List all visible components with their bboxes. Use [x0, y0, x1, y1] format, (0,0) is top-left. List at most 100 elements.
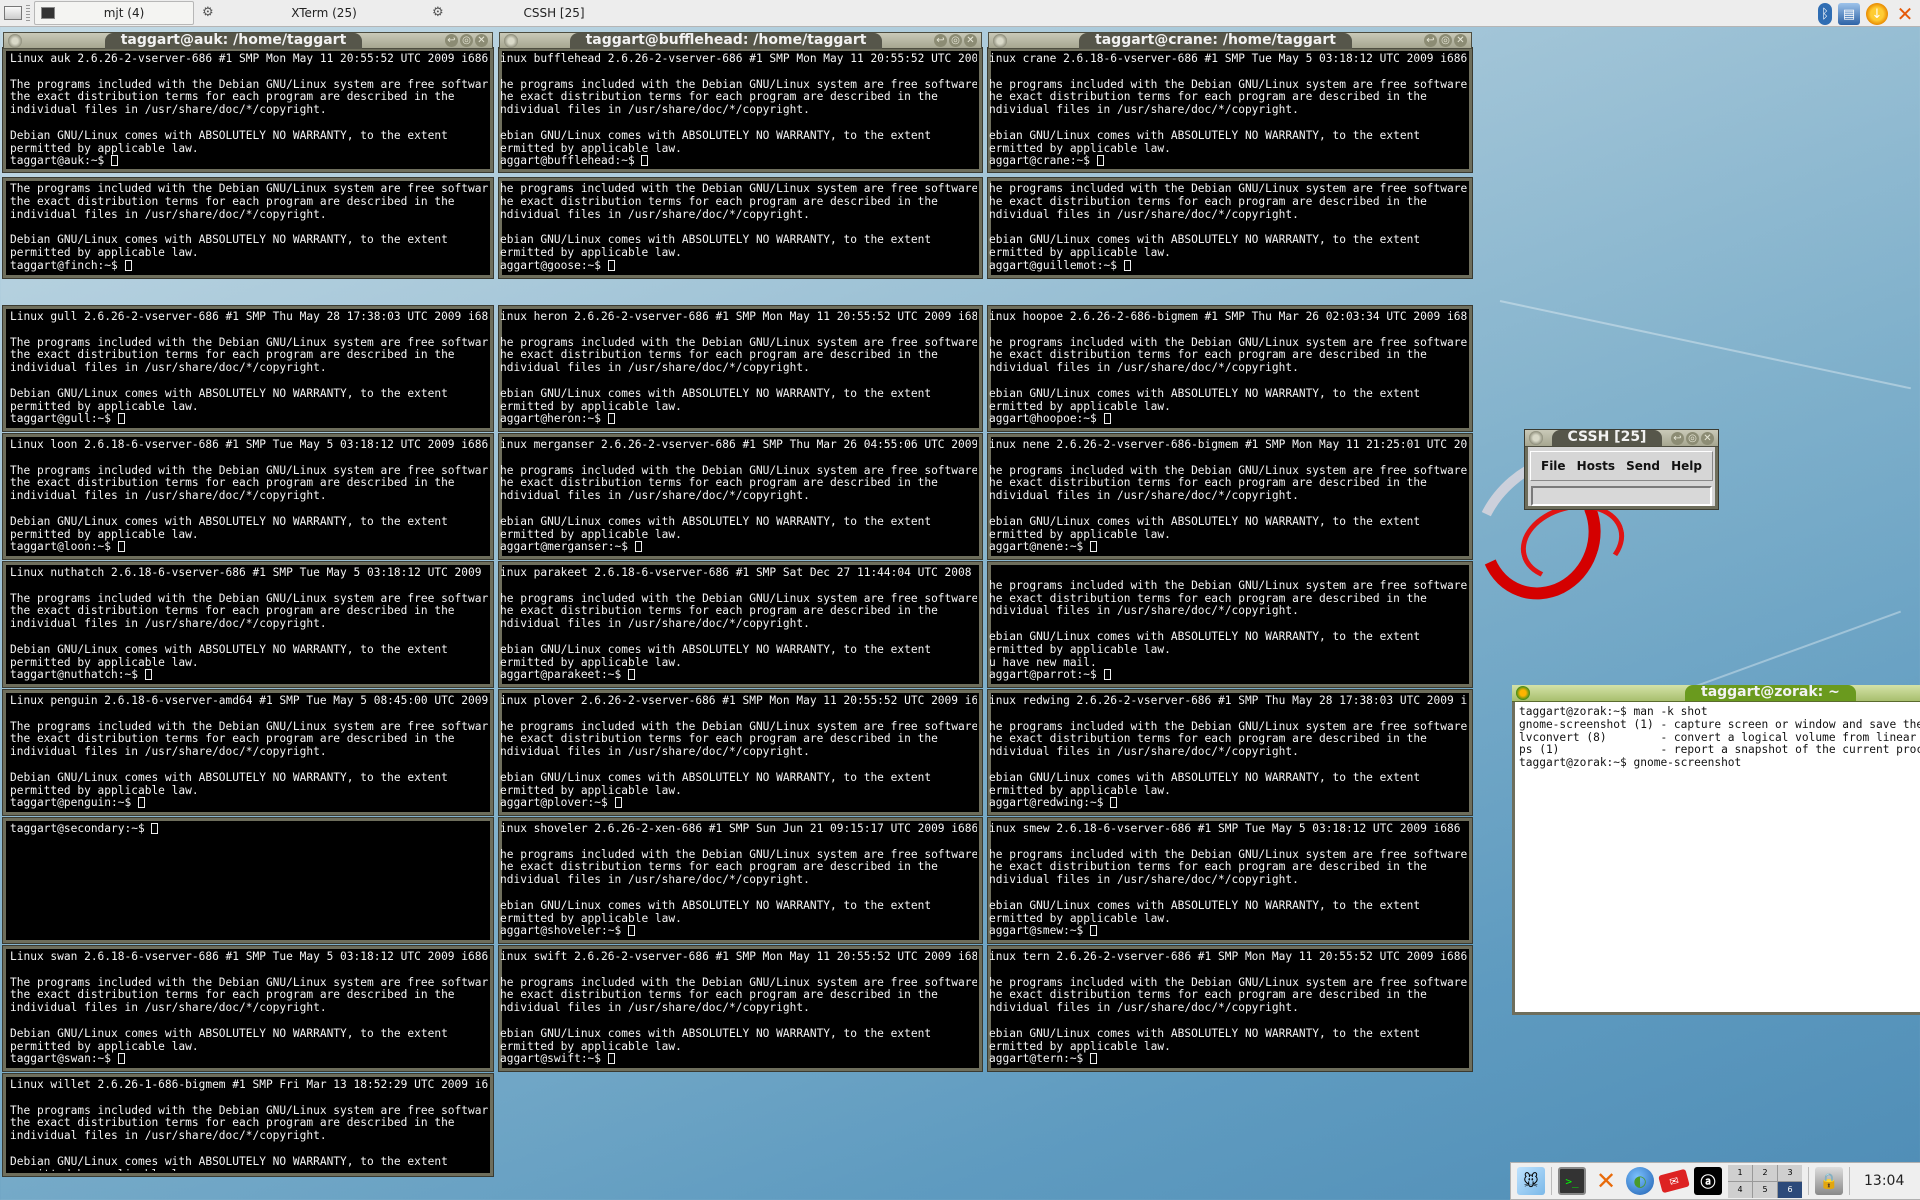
xterm-window-shoveler[interactable]: inux shoveler 2.6.26-2-xen-686 #1 SMP Su…	[498, 817, 983, 944]
close-icon[interactable]: ✕	[1700, 431, 1714, 445]
zorak-terminal-window[interactable]: taggart@zorak: ~ taggart@zorak:~$ man -k…	[1512, 685, 1920, 1015]
xterm-window-plover[interactable]: inux plover 2.6.26-2-vserver-686 #1 SMP …	[498, 689, 983, 816]
xterm-window-penguin[interactable]: Linux penguin 2.6.18-6-vserver-amd64 #1 …	[2, 689, 494, 816]
xterm-window-guillemot[interactable]: he programs included with the Debian GNU…	[987, 177, 1473, 279]
terminal-output[interactable]: Linux loon 2.6.18-6-vserver-686 #1 SMP T…	[10, 439, 488, 554]
minimize-icon[interactable]: ↩	[1670, 431, 1684, 445]
xterm-window-tern[interactable]: inux tern 2.6.26-2-vserver-686 #1 SMP Mo…	[987, 945, 1473, 1072]
maximize-icon[interactable]: ◎	[949, 34, 962, 47]
workspace-4[interactable]: 4	[1728, 1181, 1752, 1198]
terminal-output[interactable]: Linux gull 2.6.26-2-vserver-686 #1 SMP T…	[10, 311, 488, 426]
xterm-window-heron[interactable]: inux heron 2.6.26-2-vserver-686 #1 SMP M…	[498, 305, 983, 432]
title-bar[interactable]: taggart@crane: /home/taggart ↩ ◎ ✕	[988, 32, 1472, 49]
close-icon[interactable]: ✕	[474, 34, 488, 47]
terminal-output[interactable]: Linux willet 2.6.26-1-686-bigmem #1 SMP …	[10, 1079, 488, 1171]
show-desktop-button[interactable]	[4, 6, 22, 20]
xfce-menu-icon[interactable]: 🐭	[1517, 1167, 1545, 1195]
terminal-output[interactable]: inux bufflehead 2.6.26-2-vserver-686 #1 …	[500, 53, 977, 167]
workspace-1[interactable]: 1	[1728, 1164, 1752, 1181]
xterm-window-swift[interactable]: inux swift 2.6.26-2-vserver-686 #1 SMP M…	[498, 945, 983, 1072]
xterm-window-bufflehead[interactable]: taggart@bufflehead: /home/taggart ↩ ◎ ✕ inux…	[498, 32, 983, 173]
terminal-output[interactable]: he programs included with the Debian GNU…	[989, 183, 1467, 273]
terminal-output[interactable]: Linux penguin 2.6.18-6-vserver-amd64 #1 …	[10, 695, 488, 810]
title-bar[interactable]: taggart@auk: /home/taggart ↩ ◎ ✕	[3, 32, 493, 49]
window-menu-icon[interactable]	[8, 33, 22, 48]
mail-icon[interactable]: ✉	[1658, 1168, 1690, 1194]
minimize-icon[interactable]: ↩	[444, 34, 458, 47]
maximize-icon[interactable]: ◎	[459, 34, 473, 47]
terminal-output[interactable]: inux merganser 2.6.26-2-vserver-686 #1 S…	[500, 439, 977, 554]
terminal-output[interactable]: inux tern 2.6.26-2-vserver-686 #1 SMP Mo…	[989, 951, 1467, 1066]
xterm-window-goose[interactable]: he programs included with the Debian GNU…	[498, 177, 983, 279]
maximize-icon[interactable]: ◎	[1685, 431, 1699, 445]
terminal-output[interactable]: inux swift 2.6.26-2-vserver-686 #1 SMP M…	[500, 951, 977, 1066]
menu-send[interactable]: Send	[1626, 459, 1660, 473]
xterm-window-auk[interactable]: taggart@auk: /home/taggart ↩ ◎ ✕ Linux auk 2…	[2, 32, 494, 173]
terminal-output[interactable]: he programs included with the Debian GNU…	[989, 567, 1467, 682]
cssh-window[interactable]: CSSH [25] ↩ ◎ ✕ File Hosts Send Help	[1524, 429, 1719, 510]
window-menu-icon[interactable]	[993, 33, 1007, 48]
minimize-icon[interactable]: ↩	[1424, 34, 1437, 47]
anki-icon[interactable]: ⓐ	[1694, 1167, 1722, 1195]
cssh-command-input[interactable]	[1531, 486, 1712, 506]
close-icon[interactable]: ✕	[1454, 34, 1467, 47]
window-menu-icon[interactable]	[1516, 686, 1530, 700]
xterm-window-nuthatch[interactable]: Linux nuthatch 2.6.18-6-vserver-686 #1 S…	[2, 561, 494, 688]
workspace-6[interactable]: 6	[1778, 1181, 1802, 1198]
terminal-launcher-icon[interactable]: >_	[1558, 1167, 1586, 1195]
terminal-output[interactable]: inux parakeet 2.6.18-6-vserver-686 #1 SM…	[500, 567, 977, 682]
terminal-output[interactable]: inux nene 2.6.26-2-vserver-686-bigmem #1…	[989, 439, 1467, 554]
terminal-output[interactable]: he programs included with the Debian GNU…	[500, 183, 977, 273]
web-browser-icon[interactable]: ◐	[1626, 1167, 1654, 1195]
window-menu-icon[interactable]	[504, 33, 518, 48]
task-cssh[interactable]: CSSH [25]	[454, 1, 654, 25]
terminal-output[interactable]: inux smew 2.6.18-6-vserver-686 #1 SMP Tu…	[989, 823, 1467, 938]
terminal-output[interactable]: inux plover 2.6.26-2-vserver-686 #1 SMP …	[500, 695, 977, 810]
title-bar[interactable]: CSSH [25] ↩ ◎ ✕	[1525, 430, 1718, 447]
xterm-window-loon[interactable]: Linux loon 2.6.18-6-vserver-686 #1 SMP T…	[2, 433, 494, 560]
lock-screen-icon[interactable]: 🔒	[1815, 1167, 1843, 1195]
menu-help[interactable]: Help	[1671, 459, 1702, 473]
crossover-icon[interactable]: ✕	[1894, 2, 1916, 26]
terminal-output[interactable]: Linux auk 2.6.26-2-vserver-686 #1 SMP Mo…	[10, 53, 488, 167]
terminal-output[interactable]: inux redwing 2.6.26-2-vserver-686 #1 SMP…	[989, 695, 1467, 810]
terminal-output[interactable]: inux heron 2.6.26-2-vserver-686 #1 SMP M…	[500, 311, 977, 426]
workspace-pager[interactable]: 1 2 3 4 5 6	[1728, 1164, 1802, 1198]
menu-file[interactable]: File	[1541, 459, 1566, 473]
terminal-output[interactable]: Linux nuthatch 2.6.18-6-vserver-686 #1 S…	[10, 567, 488, 682]
crossover-launcher-icon[interactable]: ✕	[1592, 1167, 1620, 1195]
xterm-window-crane[interactable]: taggart@crane: /home/taggart ↩ ◎ ✕ inux cran…	[987, 32, 1473, 173]
minimize-icon[interactable]: ↩	[934, 34, 947, 47]
terminal-output[interactable]: Linux swan 2.6.18-6-vserver-686 #1 SMP T…	[10, 951, 488, 1066]
workspace-2[interactable]: 2	[1753, 1164, 1777, 1181]
update-notifier-icon[interactable]: ↓	[1866, 3, 1888, 25]
xterm-window-parakeet[interactable]: inux parakeet 2.6.18-6-vserver-686 #1 SM…	[498, 561, 983, 688]
title-bar[interactable]: taggart@bufflehead: /home/taggart ↩ ◎ ✕	[499, 32, 982, 49]
xterm-window-finch[interactable]: The programs included with the Debian GN…	[2, 177, 494, 279]
menu-hosts[interactable]: Hosts	[1577, 459, 1615, 473]
close-icon[interactable]: ✕	[964, 34, 977, 47]
xterm-window-gull[interactable]: Linux gull 2.6.26-2-vserver-686 #1 SMP T…	[2, 305, 494, 432]
xterm-window-willet[interactable]: Linux willet 2.6.26-1-686-bigmem #1 SMP …	[2, 1073, 494, 1177]
terminal-output[interactable]: taggart@zorak:~$ man -k shot gnome-scree…	[1519, 706, 1920, 1012]
clock[interactable]: 13:04	[1864, 1173, 1904, 1189]
task-mjt[interactable]: mjt (4)	[34, 1, 194, 25]
workspace-3[interactable]: 3	[1778, 1164, 1802, 1181]
xterm-window-nene[interactable]: inux nene 2.6.26-2-vserver-686-bigmem #1…	[987, 433, 1473, 560]
terminal-output[interactable]: inux crane 2.6.18-6-vserver-686 #1 SMP T…	[989, 53, 1467, 167]
network-icon[interactable]: ▤	[1838, 3, 1860, 25]
xterm-window-parrot[interactable]: he programs included with the Debian GNU…	[987, 561, 1473, 688]
xterm-window-hoopoe[interactable]: inux hoopoe 2.6.26-2-686-bigmem #1 SMP T…	[987, 305, 1473, 432]
terminal-output[interactable]: inux shoveler 2.6.26-2-xen-686 #1 SMP Su…	[500, 823, 977, 938]
xterm-window-secondary[interactable]: taggart@secondary:~$	[2, 817, 494, 944]
task-xterm-group[interactable]: XTerm (25)	[224, 1, 424, 25]
maximize-icon[interactable]: ◎	[1439, 34, 1452, 47]
xterm-window-swan[interactable]: Linux swan 2.6.18-6-vserver-686 #1 SMP T…	[2, 945, 494, 1072]
terminal-output[interactable]: inux hoopoe 2.6.26-2-686-bigmem #1 SMP T…	[989, 311, 1467, 426]
xterm-window-smew[interactable]: inux smew 2.6.18-6-vserver-686 #1 SMP Tu…	[987, 817, 1473, 944]
panel-grip[interactable]	[26, 5, 30, 21]
terminal-output[interactable]: taggart@secondary:~$	[10, 823, 488, 938]
bluetooth-icon[interactable]: ᛒ	[1818, 3, 1832, 25]
terminal-output[interactable]: The programs included with the Debian GN…	[10, 183, 488, 273]
title-bar[interactable]: taggart@zorak: ~	[1512, 685, 1920, 702]
